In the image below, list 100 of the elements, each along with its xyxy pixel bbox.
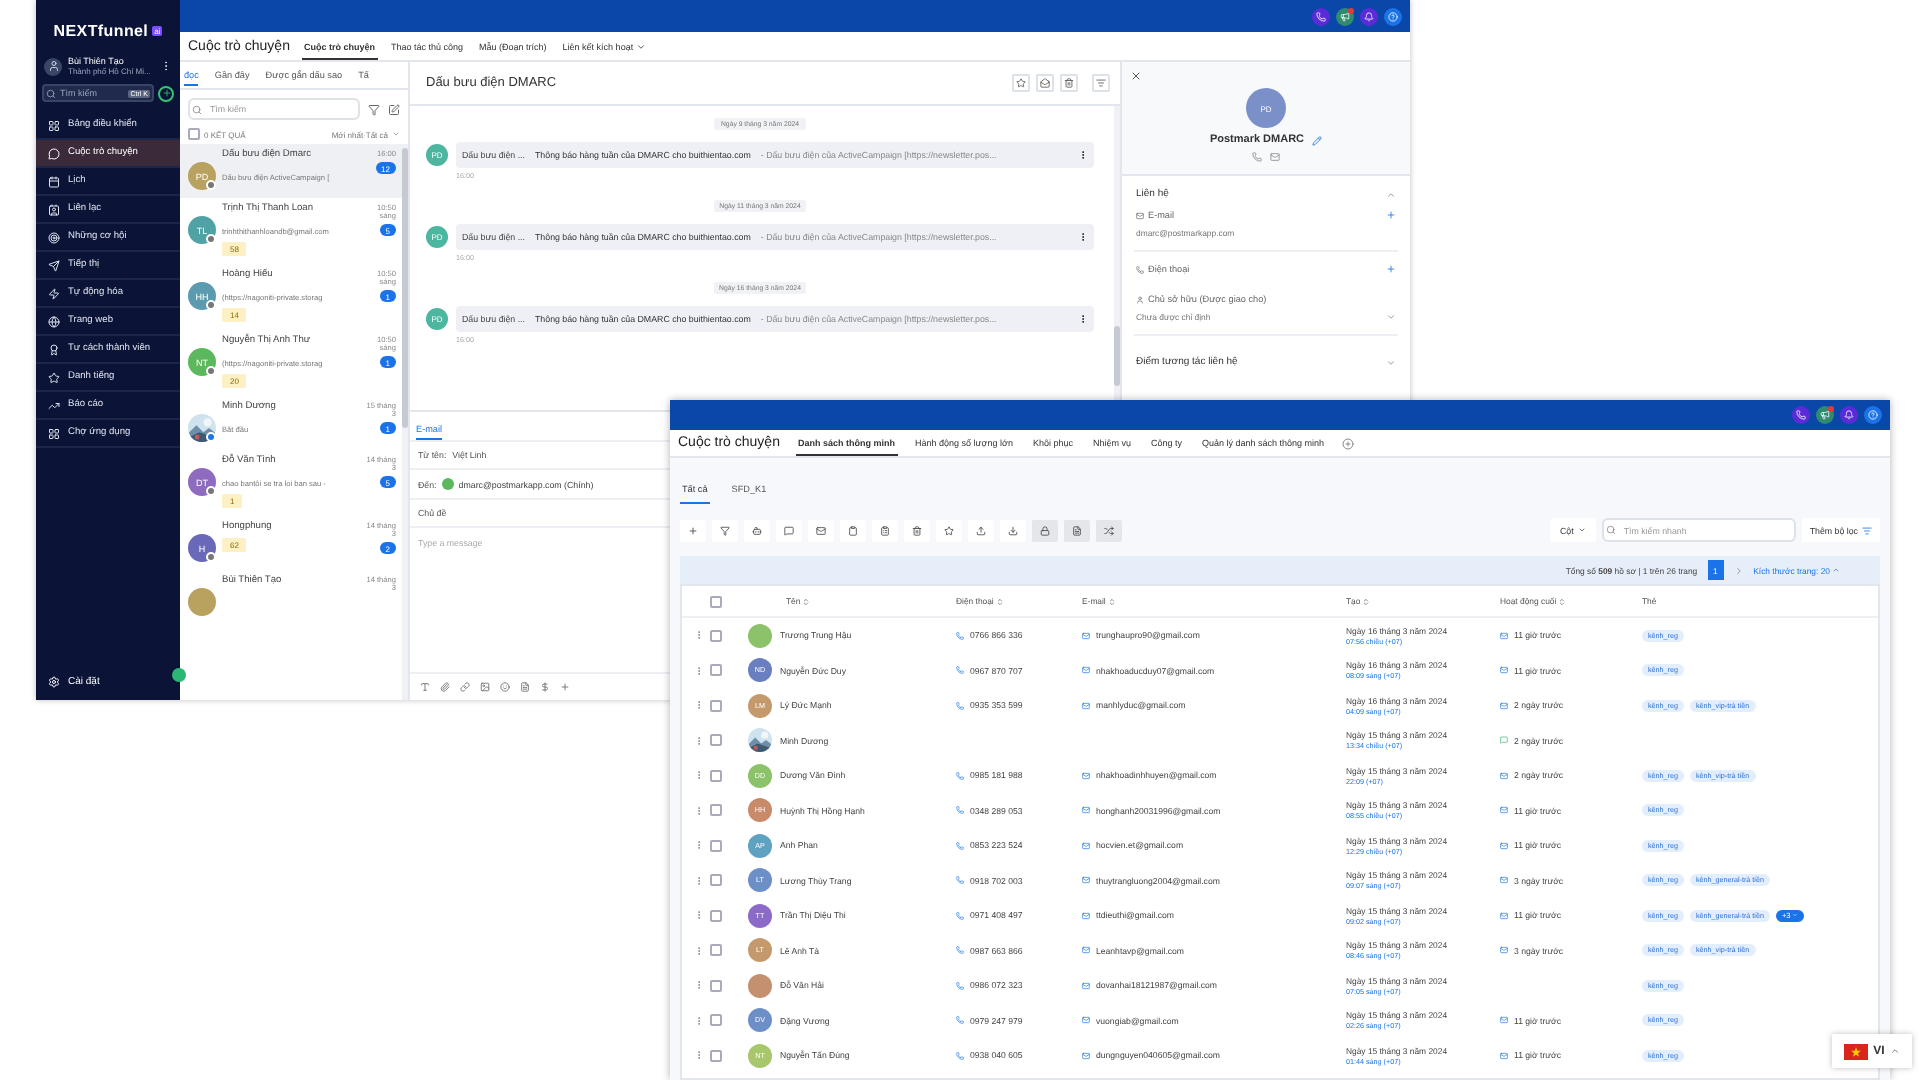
star-button[interactable] (1012, 74, 1030, 92)
toolbar-button[interactable] (1032, 519, 1058, 541)
checkbox[interactable] (710, 839, 722, 852)
checkbox[interactable] (710, 664, 722, 677)
add-tab-icon[interactable] (1342, 438, 1355, 450)
checkbox[interactable] (710, 699, 722, 712)
checkbox[interactable] (710, 804, 722, 817)
flag-icon (1843, 1043, 1868, 1059)
document-icon[interactable] (520, 682, 530, 692)
checkbox[interactable] (710, 1014, 722, 1027)
notifications-button[interactable] (1840, 406, 1858, 424)
expand-icon[interactable] (1386, 357, 1396, 367)
toolbar-button[interactable] (840, 519, 866, 541)
toolbar-button[interactable] (1064, 519, 1090, 541)
toolbar-button[interactable] (936, 519, 962, 541)
link-icon[interactable] (460, 682, 470, 692)
help-icon (1388, 11, 1398, 21)
add-button[interactable] (158, 85, 174, 101)
mark-read-button[interactable] (1036, 74, 1054, 92)
phone-icon (956, 631, 964, 640)
toolbar-button[interactable] (680, 519, 706, 541)
robot-icon (752, 525, 762, 535)
plus-icon[interactable] (1386, 210, 1396, 220)
phone-icon (956, 806, 964, 815)
phone-icon (1316, 11, 1326, 21)
grid-icon (48, 119, 60, 131)
collapse-icon[interactable] (1386, 189, 1396, 199)
mail-icon (1082, 981, 1090, 990)
image-icon[interactable] (480, 682, 490, 692)
filter-icon[interactable] (368, 103, 380, 115)
checkbox[interactable] (710, 944, 722, 957)
help-button[interactable] (1384, 7, 1402, 25)
mail-icon[interactable] (1270, 152, 1280, 162)
checkbox[interactable] (710, 979, 722, 992)
search-icon (1605, 525, 1616, 535)
toolbar-button[interactable] (1096, 519, 1122, 541)
calendar-icon (48, 175, 60, 187)
toolbar-button[interactable] (776, 519, 802, 541)
next-page-icon[interactable] (1733, 565, 1744, 575)
checkbox[interactable] (710, 629, 722, 642)
document-icon (1072, 525, 1082, 535)
phone-icon (956, 981, 964, 990)
dropdown-icon[interactable] (1386, 312, 1396, 322)
checkbox[interactable] (710, 874, 722, 887)
checkbox[interactable] (710, 1049, 722, 1062)
toolbar-button[interactable] (808, 519, 834, 541)
mail-icon (1082, 1016, 1090, 1025)
mail-icon (1082, 841, 1090, 850)
phone-button[interactable] (1312, 7, 1330, 25)
plus-icon[interactable] (560, 682, 570, 692)
paperclip-icon[interactable] (440, 682, 450, 692)
settings-icon (48, 676, 60, 688)
toolbar-button[interactable] (968, 519, 994, 541)
filter-icon (1862, 525, 1872, 535)
toolbar-button[interactable] (872, 519, 898, 541)
shuffle-icon (1104, 525, 1114, 535)
globe-icon (48, 315, 60, 327)
search-icon (46, 88, 56, 98)
notifications-button[interactable] (1360, 7, 1378, 25)
chat-widget-icon[interactable] (172, 668, 186, 682)
mail-icon (1082, 946, 1090, 955)
toolbar-button[interactable] (904, 519, 930, 541)
emoji-icon[interactable] (500, 682, 510, 692)
target-icon (48, 231, 60, 243)
megaphone-icon (1340, 11, 1350, 21)
message-icon (784, 525, 794, 535)
logo: NEXTfunnel (53, 21, 149, 39)
phone-icon[interactable] (1252, 152, 1262, 162)
help-icon (1868, 410, 1878, 420)
delete-button[interactable] (1060, 74, 1078, 92)
text-format-icon[interactable] (420, 682, 430, 692)
send-icon (48, 259, 60, 271)
dollar-icon[interactable] (540, 682, 550, 692)
toolbar-button[interactable] (744, 519, 770, 541)
help-button[interactable] (1864, 406, 1882, 424)
toolbar-button[interactable] (712, 519, 738, 541)
checkbox[interactable] (188, 128, 200, 140)
mail-icon (1082, 1051, 1090, 1060)
phone-icon (956, 771, 964, 780)
phone-icon (956, 911, 964, 920)
filter-button[interactable] (1092, 74, 1110, 92)
megaphone-button[interactable] (1336, 7, 1354, 25)
toolbar-button[interactable] (1000, 519, 1026, 541)
megaphone-button[interactable] (1816, 406, 1834, 424)
star-icon (944, 525, 954, 535)
checkbox[interactable] (710, 595, 722, 607)
phone-icon (956, 666, 964, 675)
edit-icon[interactable] (1312, 135, 1323, 145)
checkbox[interactable] (710, 769, 722, 782)
search-icon (192, 104, 202, 114)
phone-button[interactable] (1792, 406, 1810, 424)
contact-card-icon (48, 203, 60, 215)
lightning-icon (48, 287, 60, 299)
plus-icon[interactable] (1386, 264, 1396, 274)
close-icon[interactable] (1130, 70, 1142, 82)
plus-icon (161, 88, 171, 98)
user-icon (1136, 295, 1144, 303)
checkbox[interactable] (710, 909, 722, 922)
compose-icon[interactable] (388, 103, 400, 115)
checkbox[interactable] (710, 734, 722, 747)
